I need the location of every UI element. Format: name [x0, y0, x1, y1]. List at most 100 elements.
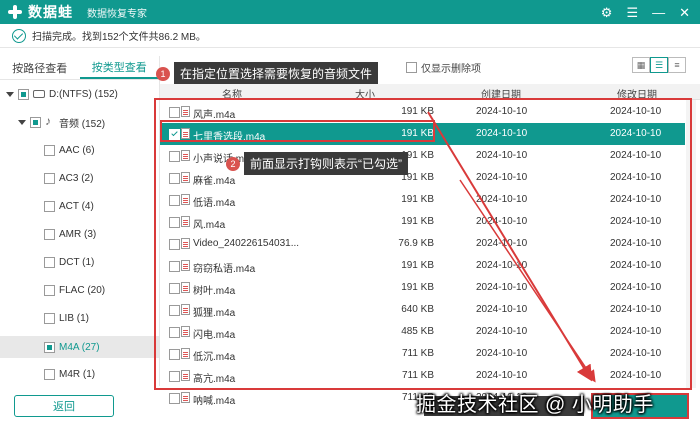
file-modified-date: 2024-10-10 [610, 326, 662, 337]
row-checkbox[interactable] [169, 349, 180, 360]
close-icon[interactable]: ✕ [679, 6, 690, 19]
table-row[interactable]: 高亢.m4a 711 KB 2024-10-10 2024-10-10 [160, 365, 685, 387]
table-row[interactable]: 风声.m4a 191 KB 2024-10-10 2024-10-10 [160, 101, 685, 123]
tree-item-amr[interactable]: AMR (3) [44, 224, 156, 244]
table-row[interactable]: 闪电.m4a 485 KB 2024-10-10 2024-10-10 [160, 321, 685, 343]
tree-item-ac3[interactable]: AC3 (2) [44, 168, 156, 188]
minimize-icon[interactable]: — [652, 6, 665, 19]
file-modified-date: 2024-10-10 [610, 216, 662, 227]
file-modified-date: 2024-10-10 [610, 238, 662, 249]
settings-icon[interactable]: ⚙ [601, 6, 613, 19]
callout-text: 前面显示打钩则表示“已勾选” [244, 152, 408, 175]
file-created-date: 2024-10-10 [476, 260, 528, 271]
file-created-date: 2024-10-10 [476, 150, 528, 161]
menu-icon[interactable]: ☰ [626, 6, 638, 19]
row-checkbox[interactable] [169, 217, 180, 228]
file-created-date: 2024-10-10 [476, 128, 528, 139]
file-created-date: 2024-10-10 [476, 282, 528, 293]
tree-checkbox[interactable] [44, 256, 55, 268]
audio-file-icon [181, 172, 190, 183]
file-size: 191 KB [401, 260, 434, 271]
table-row[interactable]: 窃窃私语.m4a 191 KB 2024-10-10 2024-10-10 [160, 255, 685, 277]
list-view-icon[interactable]: ☰ [650, 57, 668, 73]
file-name: 呐喊.m4a [193, 396, 236, 407]
file-created-date: 2024-10-10 [476, 304, 528, 315]
view-tabs: 按路径查看 按类型查看 [0, 56, 159, 80]
drive-icon [33, 90, 45, 98]
audio-file-icon [181, 106, 190, 117]
audio-file-icon [181, 194, 190, 205]
file-name: 闪电.m4a [193, 330, 236, 341]
grid-view-icon[interactable]: ▦ [632, 57, 650, 73]
column-header-size[interactable]: 大小 [355, 86, 375, 101]
step-badge: 1 [156, 66, 170, 81]
tree-item-dct[interactable]: DCT (1) [44, 252, 156, 272]
column-header-modified[interactable]: 修改日期 [617, 86, 657, 101]
app-subtitle: 数据恢复专家 [87, 8, 147, 20]
scrollbar[interactable] [686, 100, 696, 388]
tree-label: M4R (1) [59, 368, 96, 380]
row-checkbox[interactable] [169, 283, 180, 294]
deleted-only-filter[interactable]: 仅显示删除项 [406, 60, 481, 75]
tree-checkbox[interactable] [44, 200, 55, 212]
expand-caret-icon[interactable] [18, 119, 26, 125]
row-checkbox[interactable] [169, 107, 180, 118]
tree-checkbox[interactable] [44, 368, 55, 380]
row-checkbox[interactable] [169, 327, 180, 338]
tree-checkbox[interactable] [44, 284, 55, 296]
file-size: 76.9 KB [398, 238, 434, 249]
tab-by-path[interactable]: 按路径查看 [0, 56, 80, 79]
file-size: 191 KB [401, 194, 434, 205]
table-row[interactable]: 低沉.m4a 711 KB 2024-10-10 2024-10-10 [160, 343, 685, 365]
row-checkbox[interactable] [169, 173, 180, 184]
row-checkbox[interactable] [169, 371, 180, 382]
column-header-name[interactable]: 名称 [222, 86, 242, 101]
row-checkbox[interactable] [169, 129, 180, 140]
back-button[interactable]: 返回 [14, 395, 114, 417]
tree-item-m4a[interactable]: M4A (27) [0, 336, 159, 358]
audio-file-icon [181, 304, 190, 315]
file-size: 191 KB [401, 106, 434, 117]
tree-label: AMR (3) [59, 228, 97, 240]
table-row[interactable]: Video_240226154031... 76.9 KB 2024-10-10 20… [160, 233, 685, 255]
row-checkbox[interactable] [169, 261, 180, 272]
expand-caret-icon[interactable] [6, 91, 14, 97]
tree-checkbox[interactable] [18, 88, 29, 100]
tree-checkbox[interactable] [44, 341, 55, 353]
row-checkbox[interactable] [169, 195, 180, 206]
deleted-only-label: 仅显示删除项 [421, 64, 481, 75]
table-row[interactable]: 低语.m4a 191 KB 2024-10-10 2024-10-10 [160, 189, 685, 211]
table-row[interactable]: 树叶.m4a 191 KB 2024-10-10 2024-10-10 [160, 277, 685, 299]
file-name: 风.m4a [193, 220, 226, 231]
row-checkbox[interactable] [169, 393, 180, 404]
tree-item-flac[interactable]: FLAC (20) [44, 280, 156, 300]
row-checkbox[interactable] [169, 305, 180, 316]
column-header-created[interactable]: 创建日期 [481, 86, 521, 101]
tree-checkbox[interactable] [44, 144, 55, 156]
step-badge: 2 [226, 156, 240, 171]
detail-view-icon[interactable]: ≡ [668, 57, 686, 73]
tree-checkbox[interactable] [44, 312, 55, 324]
tree-item-audio[interactable]: 音频 (152) [18, 112, 156, 132]
tree-item-aac[interactable]: AAC (6) [44, 140, 156, 160]
file-modified-date: 2024-10-10 [610, 260, 662, 271]
table-row[interactable]: 狐狸.m4a 640 KB 2024-10-10 2024-10-10 [160, 299, 685, 321]
tree-checkbox[interactable] [44, 172, 55, 184]
tree-checkbox[interactable] [44, 228, 55, 240]
table-row[interactable]: 风.m4a 191 KB 2024-10-10 2024-10-10 [160, 211, 685, 233]
tree-item-act[interactable]: ACT (4) [44, 196, 156, 216]
audio-file-icon [181, 260, 190, 271]
table-row[interactable]: 七里香选段.m4a 191 KB 2024-10-10 2024-10-10 [160, 123, 685, 145]
audio-file-icon [181, 238, 190, 249]
tree-item-drive[interactable]: D:(NTFS) (152) [6, 84, 156, 104]
tab-by-type[interactable]: 按类型查看 [79, 56, 159, 79]
tree-item-lib[interactable]: LIB (1) [44, 308, 156, 328]
file-name: 低沉.m4a [193, 352, 236, 363]
tree-item-m4r[interactable]: M4R (1) [44, 364, 156, 384]
file-created-date: 2024-10-10 [476, 370, 528, 381]
music-note-icon [45, 114, 55, 128]
deleted-only-checkbox[interactable] [406, 62, 417, 73]
row-checkbox[interactable] [169, 239, 180, 250]
tree-checkbox[interactable] [30, 116, 41, 128]
row-checkbox[interactable] [169, 151, 180, 162]
